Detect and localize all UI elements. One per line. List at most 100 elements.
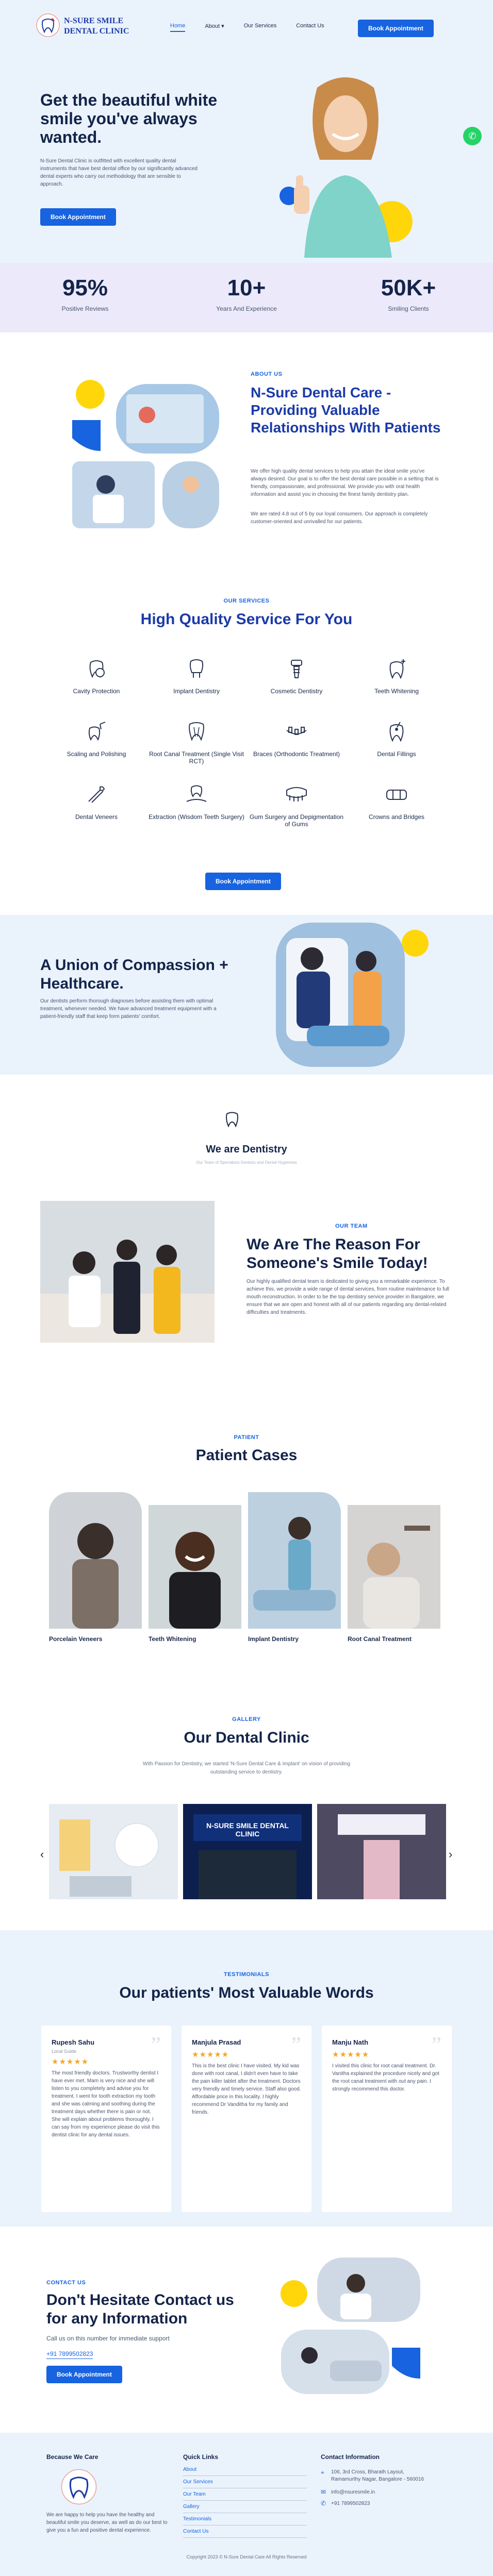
nav-about[interactable]: About ▾	[205, 23, 224, 32]
stats-strip: 95% Positive Reviews 10+ Years And Exper…	[0, 263, 493, 332]
stat-clients: 50K+ Smiling Clients	[347, 275, 470, 312]
hero-title: Get the beautiful white smile you've alw…	[40, 91, 218, 146]
service-label: Teeth Whitening	[374, 688, 419, 695]
case-card[interactable]	[348, 1505, 440, 1629]
service-item[interactable]: Scaling and Polishing	[46, 720, 146, 761]
footer-link-about[interactable]: About	[183, 2464, 307, 2476]
service-label: Scaling and Polishing	[67, 750, 126, 758]
stat-label: Smiling Clients	[388, 305, 429, 312]
case-label: Porcelain Veneers	[49, 1635, 103, 1643]
nav-home[interactable]: Home	[170, 23, 186, 32]
footer-link-gallery[interactable]: Gallery	[183, 2501, 307, 2513]
case-card[interactable]	[49, 1492, 142, 1629]
contact-phone-link[interactable]: +91 7899502823	[46, 2350, 93, 2359]
footer-col1-title: Because We Care	[46, 2453, 98, 2461]
service-item[interactable]: Root Canal Treatment (Single Visit RCT)	[146, 720, 247, 765]
team-section: We are Dentistry Our Team of Specialists…	[0, 1075, 493, 1368]
service-item[interactable]: Cosmetic Dentistry	[247, 657, 347, 698]
service-label: Extraction (Wisdom Teeth Surgery)	[149, 813, 244, 821]
star-rating-icon: ★★★★★	[52, 2058, 89, 2066]
reviewer-name: Manju Nath	[332, 2038, 369, 2046]
footer-address: 106, 3rd Cross, Bharath Layout, Ramamurt…	[331, 2469, 424, 2482]
mail-icon: ✉	[321, 2488, 326, 2496]
team-text: Our highly qualified dental team is dedi…	[247, 1279, 449, 1315]
dentistry-subtitle: Our Team of Specialists Dentists and Den…	[196, 1160, 297, 1165]
service-item[interactable]: Braces (Orthodontic Treatment)	[247, 720, 347, 761]
gallery-image-1[interactable]	[49, 1804, 178, 1899]
services-book-appointment-button[interactable]: Book Appointment	[205, 873, 281, 890]
nav-services[interactable]: Our Services	[244, 23, 277, 32]
footer-quick-links: About Our Services Our Team Gallery Test…	[183, 2464, 307, 2538]
service-item[interactable]: Gum Surgery and Depigmentation of Gums	[247, 783, 347, 828]
service-label: Cosmetic Dentistry	[270, 688, 323, 695]
service-item[interactable]: Dental Fillings	[347, 720, 447, 761]
about-text-2: We are rated 4.8 out of 5 by our loyal c…	[251, 511, 428, 525]
teeth-whitening-image	[169, 1532, 221, 1629]
clinic-logo[interactable]: N-SURE SMILE DENTAL CLINIC	[36, 10, 139, 39]
root-canal-treatment-image	[363, 1526, 430, 1629]
footer-link-services[interactable]: Our Services	[183, 2476, 307, 2488]
contact-book-appointment-button[interactable]: Book Appointment	[46, 2366, 122, 2383]
screw-implant-icon	[291, 660, 302, 678]
sparkle-tooth-icon	[389, 659, 405, 679]
chevron-down-icon: ▾	[221, 23, 224, 29]
footer-phone[interactable]: +91 7899502823	[331, 2501, 370, 2506]
testimonials-section: TESTIMONIALS Our patients' Most Valuable…	[0, 1930, 493, 2227]
dental-team-photo	[40, 1201, 215, 1343]
union-text: Our dentists perform thorough diagnoses …	[40, 998, 217, 1019]
testimonial-card: ” Manju Nath ★★★★★ I visited this clinic…	[322, 2026, 452, 2212]
case-card[interactable]	[149, 1505, 241, 1629]
dental-crown-icon	[386, 790, 407, 800]
braces-icon	[286, 727, 307, 735]
quote-icon: ”	[431, 2032, 441, 2058]
tooth-implant-icon	[189, 659, 204, 678]
case-label: Root Canal Treatment	[348, 1635, 412, 1643]
implant-dentistry-image	[253, 1517, 336, 1611]
tooth-logo-icon	[61, 2469, 97, 2505]
footer-link-testimonials[interactable]: Testimonials	[183, 2513, 307, 2525]
case-label: Implant Dentistry	[248, 1635, 299, 1643]
contact-section: CONTACT US Don't Hesitate Contact us for…	[0, 2227, 493, 2433]
phone-icon: ✆	[321, 2500, 326, 2507]
service-item[interactable]: Extraction (Wisdom Teeth Surgery)	[146, 783, 247, 824]
footer-link-team[interactable]: Our Team	[183, 2488, 307, 2501]
service-label: Dental Fillings	[377, 750, 416, 758]
stat-value: 50K+	[381, 275, 436, 300]
brand-line2: DENTAL CLINIC	[64, 27, 129, 36]
gallery-prev-button[interactable]: ‹	[40, 1848, 44, 1861]
service-item[interactable]: Teeth Whitening	[347, 657, 447, 698]
services-section: OUR SERVICES High Quality Service For Yo…	[0, 564, 493, 915]
gallery-kicker: GALLERY	[232, 1716, 261, 1722]
stat-value: 95%	[62, 275, 108, 300]
service-item[interactable]: Cavity Protection	[46, 657, 146, 698]
review-text: I visited this clinic for root canal tre…	[332, 2063, 439, 2092]
team-kicker: OUR TEAM	[335, 1223, 368, 1229]
service-item[interactable]: Dental Veneers	[46, 783, 146, 824]
service-item[interactable]: Implant Dentistry	[146, 657, 247, 698]
star-rating-icon: ★★★★★	[192, 2050, 229, 2059]
nav-book-appointment-button[interactable]: Book Appointment	[358, 20, 434, 37]
tooth-heart-icon	[226, 1112, 238, 1128]
nav-contact[interactable]: Contact Us	[296, 23, 324, 32]
hero-book-appointment-button[interactable]: Book Appointment	[40, 208, 116, 226]
gallery-next-button[interactable]: ›	[449, 1848, 452, 1861]
footer-email[interactable]: info@nsuresmile.in	[331, 2489, 375, 2495]
stat-experience: 10+ Years And Experience	[185, 275, 308, 312]
gallery-image-3[interactable]	[317, 1804, 446, 1899]
footer-link-contact[interactable]: Contact Us	[183, 2525, 307, 2538]
services-kicker: OUR SERVICES	[223, 598, 270, 604]
gallery-image-2[interactable]: N-SURE SMILE DENTAL CLINIC	[183, 1804, 312, 1899]
gallery-text: With Passion for Dentistry, we started '…	[142, 1761, 351, 1775]
service-item[interactable]: Crowns and Bridges	[347, 783, 447, 824]
whatsapp-icon[interactable]: ✆	[463, 127, 482, 145]
case-card[interactable]	[248, 1492, 341, 1629]
reviewer-name: Rupesh Sahu	[52, 2038, 95, 2046]
patient-cases-section: PATIENT Patient Cases Porcelain Veneers …	[0, 1368, 493, 1693]
testimonials-kicker: TESTIMONIALS	[224, 1971, 269, 1978]
union-section: A Union of Compassion + Healthcare. Our …	[0, 915, 493, 1075]
services-title: High Quality Service For You	[140, 611, 353, 628]
stat-label: Years And Experience	[216, 305, 277, 312]
stat-reviews: 95% Positive Reviews	[23, 275, 147, 312]
review-text: This is the best clinic I have visited. …	[192, 2063, 301, 2115]
brand-line1: N-SURE SMILE	[64, 16, 124, 25]
